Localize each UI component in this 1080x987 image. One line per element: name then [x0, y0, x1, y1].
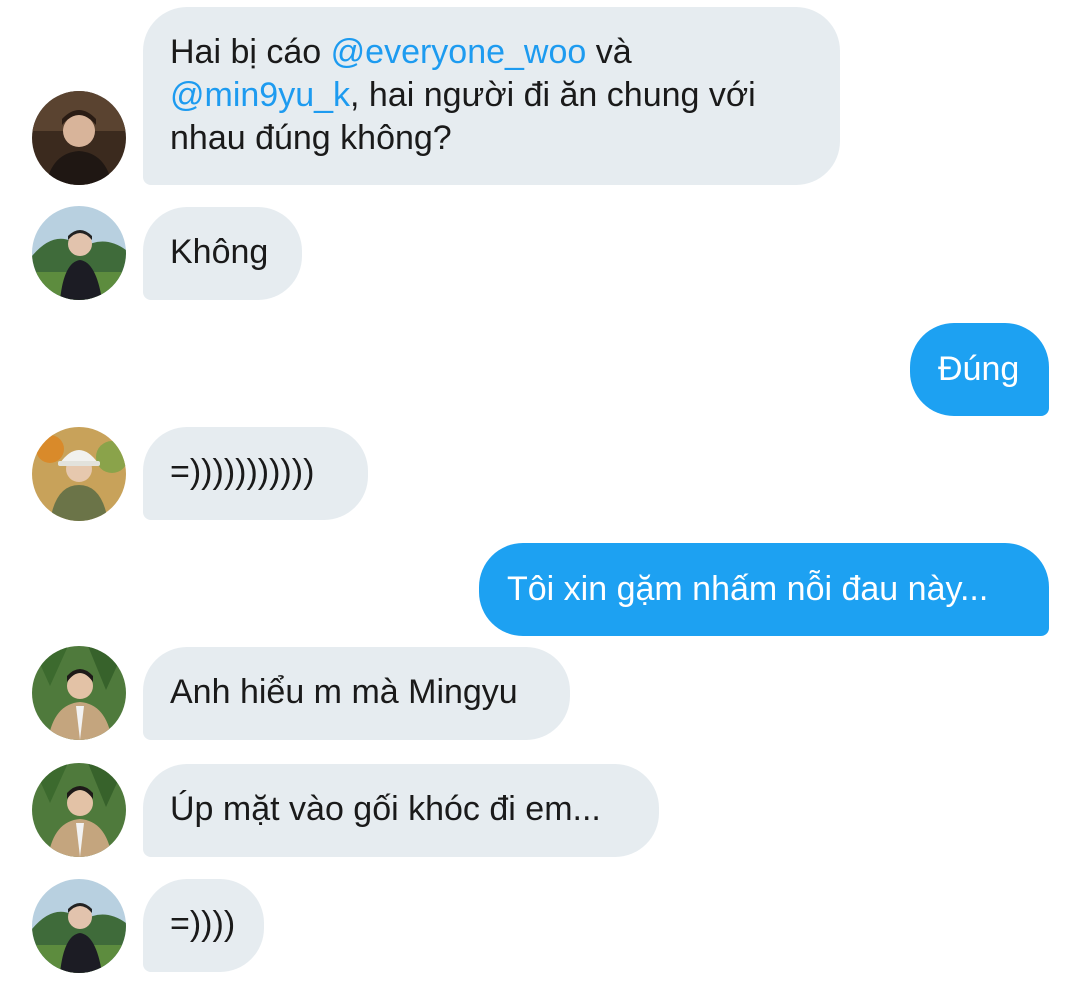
avatar-bucket-hat-image: [32, 427, 126, 521]
mention-link[interactable]: @min9yu_k: [170, 76, 350, 114]
message-text: Úp mặt vào gối khóc đi em...: [170, 790, 601, 828]
user-avatar[interactable]: [32, 206, 126, 300]
message-text: Không: [170, 233, 269, 271]
message-text: =))))))))))): [170, 453, 315, 491]
message-text: Tôi xin gặm nhấm nỗi đau này...: [507, 570, 989, 608]
avatar-mountain-field-image: [32, 879, 126, 973]
message-text: Đúng: [938, 350, 1020, 388]
message-bubble-incoming[interactable]: =))))))))))): [143, 427, 368, 520]
user-avatar[interactable]: [32, 879, 126, 973]
message-text: Hai bị cáo: [170, 33, 331, 71]
message-bubble-outgoing[interactable]: Đúng: [910, 323, 1049, 416]
avatar-forest-coat-image: [32, 763, 126, 857]
message-thread: Hai bị cáo @everyone_woo và @min9yu_k, ha…: [0, 0, 1080, 987]
user-avatar[interactable]: [32, 763, 126, 857]
avatar-dark-jacket-image: [32, 91, 126, 185]
message-text: và: [586, 33, 632, 71]
message-bubble-incoming[interactable]: =)))): [143, 879, 264, 972]
message-bubble-incoming[interactable]: Anh hiểu m mà Mingyu: [143, 647, 570, 740]
avatar-forest-coat-image: [32, 646, 126, 740]
message-bubble-outgoing[interactable]: Tôi xin gặm nhấm nỗi đau này...: [479, 543, 1049, 636]
message-bubble-incoming[interactable]: Không: [143, 207, 302, 300]
message-bubble-incoming[interactable]: Úp mặt vào gối khóc đi em...: [143, 764, 659, 857]
user-avatar[interactable]: [32, 646, 126, 740]
avatar-mountain-field-image: [32, 206, 126, 300]
user-avatar[interactable]: [32, 91, 126, 185]
message-text: nhau đúng không?: [170, 119, 452, 157]
message-text: Anh hiểu m mà Mingyu: [170, 673, 518, 711]
message-text: , hai người đi ăn chung với: [350, 76, 756, 114]
message-bubble-incoming[interactable]: Hai bị cáo @everyone_woo và @min9yu_k, ha…: [143, 7, 840, 185]
mention-link[interactable]: @everyone_woo: [331, 33, 587, 71]
message-text: =)))): [170, 905, 236, 943]
user-avatar[interactable]: [32, 427, 126, 521]
